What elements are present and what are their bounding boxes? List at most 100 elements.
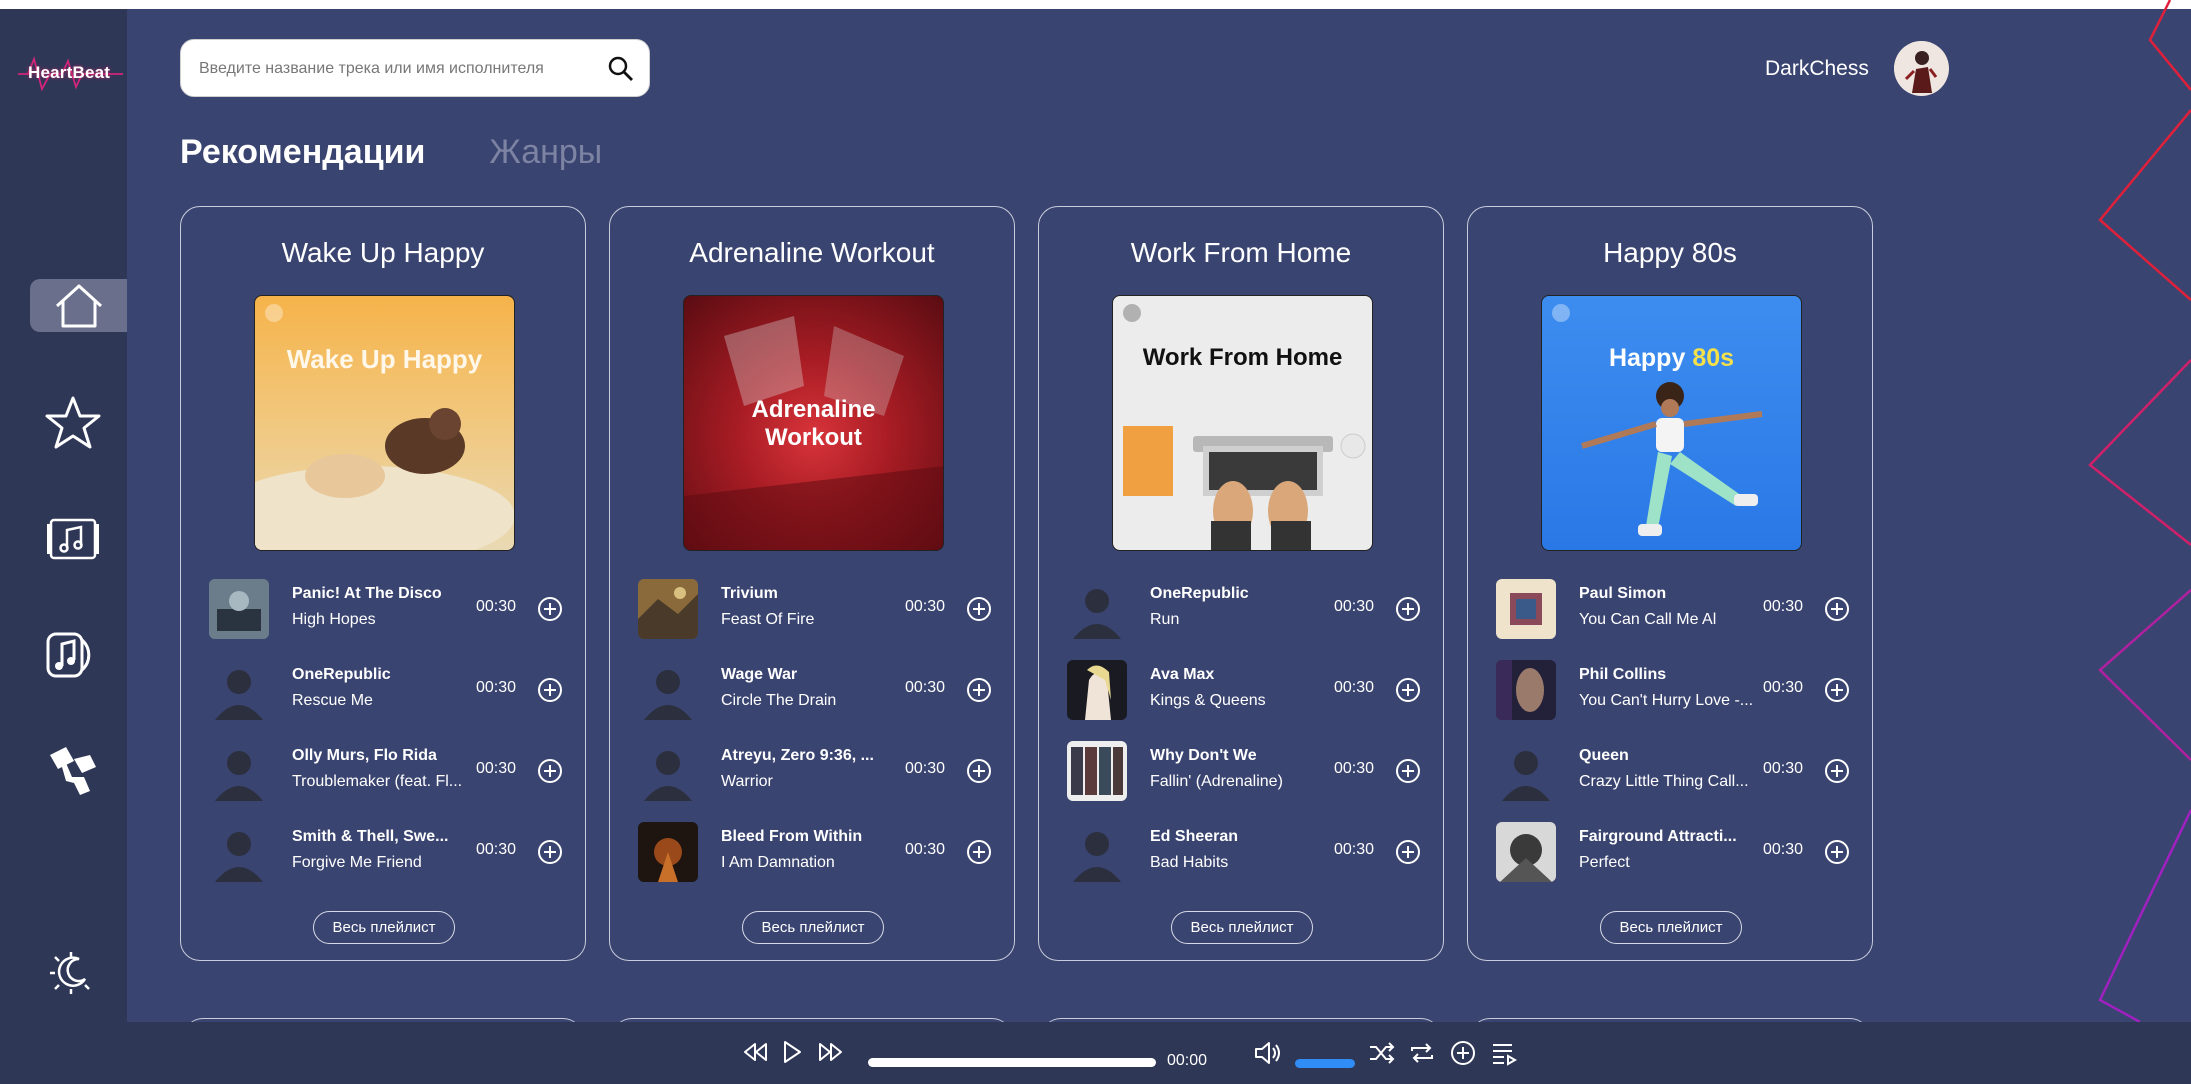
add-track-icon[interactable] [1823, 595, 1851, 623]
sidebar-item-my-music[interactable] [38, 625, 108, 685]
full-playlist-button[interactable]: Весь плейлист [742, 911, 884, 944]
add-track-icon[interactable] [536, 595, 564, 623]
repeat-icon[interactable] [1408, 1039, 1436, 1067]
track-row[interactable]: Fairground Attracti... Perfect 00:30 [1496, 822, 1856, 884]
volume-icon[interactable] [1253, 1039, 1283, 1067]
track-row[interactable]: Bleed From Within I Am Damnation 00:30 [638, 822, 998, 884]
add-track-icon[interactable] [536, 757, 564, 785]
add-track-icon[interactable] [965, 838, 993, 866]
track-thumbnail [1067, 822, 1127, 882]
search-icon[interactable] [607, 55, 635, 83]
track-artist: Olly Murs, Flo Rida [292, 747, 437, 764]
track-duration: 00:30 [1763, 679, 1804, 696]
track-row[interactable]: Queen Crazy Little Thing Call... 00:30 [1496, 741, 1856, 803]
track-duration: 00:30 [905, 760, 946, 777]
microphone-icon [50, 747, 96, 795]
add-track-icon[interactable] [1394, 838, 1422, 866]
tab-genres[interactable]: Жанры [489, 133, 602, 172]
track-duration: 00:30 [476, 841, 517, 858]
fast-forward-icon[interactable] [818, 1039, 844, 1065]
track-row[interactable]: OneRepublic Run 00:30 [1067, 579, 1427, 641]
add-icon[interactable] [1449, 1039, 1477, 1067]
track-thumbnail [1067, 579, 1127, 639]
search-bar [180, 39, 650, 97]
track-row[interactable]: Phil Collins You Can't Hurry Love -... 0… [1496, 660, 1856, 722]
track-row[interactable]: Olly Murs, Flo Rida Troublemaker (feat. … [209, 741, 569, 803]
playlist-title: Work From Home [1130, 237, 1352, 268]
volume-slider[interactable] [1295, 1059, 1355, 1068]
playlist-cover[interactable]: Wake Up Happy [254, 295, 515, 551]
sidebar-item-theme[interactable] [38, 941, 108, 1001]
main-content: DarkChess Рекомендации Жанры Wake Up Hap… [127, 9, 2137, 1022]
playlist-card: Adrenaline Workout Adrenaline Workout Tr… [609, 206, 1015, 961]
track-row[interactable]: Trivium Feast Of Fire 00:30 [638, 579, 998, 641]
track-thumbnail [638, 660, 698, 720]
star-icon [45, 396, 101, 449]
track-thumbnail [1067, 741, 1127, 801]
track-thumbnail [209, 579, 269, 639]
add-track-icon[interactable] [1394, 757, 1422, 785]
shuffle-icon[interactable] [1368, 1039, 1396, 1067]
track-thumbnail [209, 660, 269, 720]
track-title: Bad Habits [1150, 854, 1229, 871]
search-input[interactable] [199, 54, 599, 84]
track-artist: Bleed From Within [721, 828, 863, 845]
track-artist: Trivium [721, 585, 778, 602]
track-thumbnail [638, 822, 698, 882]
track-title: Run [1150, 611, 1180, 628]
track-row[interactable]: Ava Max Kings & Queens 00:30 [1067, 660, 1427, 722]
full-playlist-button[interactable]: Весь плейлист [1600, 911, 1742, 944]
full-playlist-button[interactable]: Весь плейлист [313, 911, 455, 944]
add-track-icon[interactable] [1823, 757, 1851, 785]
track-title: Perfect [1579, 854, 1630, 871]
logo[interactable]: HeartBeat [18, 55, 123, 93]
playlist-cover[interactable]: Adrenaline Workout [683, 295, 944, 551]
full-playlist-button[interactable]: Весь плейлист [1171, 911, 1313, 944]
tab-recommendations[interactable]: Рекомендации [180, 133, 425, 172]
add-track-icon[interactable] [1394, 595, 1422, 623]
playlist-card: Happy 80s Happy 80s Paul Simon You Can C… [1467, 206, 1873, 961]
track-artist: Smith & Thell, Swe... [292, 828, 449, 845]
queue-icon[interactable] [1490, 1039, 1518, 1067]
rewind-icon[interactable] [742, 1039, 768, 1065]
sidebar-item-albums[interactable] [38, 509, 108, 569]
track-row[interactable]: Panic! At The Disco High Hopes 00:30 [209, 579, 569, 641]
add-track-icon[interactable] [536, 676, 564, 704]
progress-bar[interactable] [868, 1058, 1156, 1067]
track-row[interactable]: Smith & Thell, Swe... Forgive Me Friend … [209, 822, 569, 884]
avatar[interactable] [1894, 41, 1949, 96]
artist-placeholder-icon [1073, 832, 1121, 882]
add-track-icon[interactable] [965, 757, 993, 785]
track-title: Kings & Queens [1150, 692, 1266, 709]
track-row[interactable]: Paul Simon You Can Call Me Al 00:30 [1496, 579, 1856, 641]
playlist-cover[interactable]: Work From Home [1112, 295, 1373, 551]
track-title: Feast Of Fire [721, 611, 815, 628]
add-track-icon[interactable] [965, 595, 993, 623]
add-track-icon[interactable] [1394, 676, 1422, 704]
artist-placeholder-icon [1073, 589, 1121, 639]
track-row[interactable]: Wage War Circle The Drain 00:30 [638, 660, 998, 722]
track-row[interactable]: OneRepublic Rescue Me 00:30 [209, 660, 569, 722]
track-row[interactable]: Ed Sheeran Bad Habits 00:30 [1067, 822, 1427, 884]
track-title: You Can Call Me Al [1579, 611, 1717, 628]
playlist-cover[interactable]: Happy 80s [1541, 295, 1802, 551]
play-icon[interactable] [780, 1039, 804, 1065]
track-artist: Ava Max [1150, 666, 1215, 683]
music-album-icon [47, 518, 99, 560]
add-track-icon[interactable] [1823, 676, 1851, 704]
track-duration: 00:30 [476, 679, 517, 696]
sidebar-item-favorites[interactable] [38, 393, 108, 453]
track-row[interactable]: Why Don't We Fallin' (Adrenaline) 00:30 [1067, 741, 1427, 803]
username[interactable]: DarkChess [1765, 57, 1869, 81]
sidebar-item-home[interactable] [30, 279, 127, 332]
track-row[interactable]: Atreyu, Zero 9:36, ... Warrior 00:30 [638, 741, 998, 803]
sidebar-item-artists[interactable] [38, 739, 108, 799]
track-title: Troublemaker (feat. Fl... [292, 773, 463, 790]
player-bar: 00:00 [0, 1022, 2191, 1084]
theme-toggle-icon [50, 952, 90, 994]
add-track-icon[interactable] [1823, 838, 1851, 866]
track-artist: Panic! At The Disco [292, 585, 442, 602]
add-track-icon[interactable] [536, 838, 564, 866]
add-track-icon[interactable] [965, 676, 993, 704]
track-artist: OneRepublic [292, 666, 391, 683]
